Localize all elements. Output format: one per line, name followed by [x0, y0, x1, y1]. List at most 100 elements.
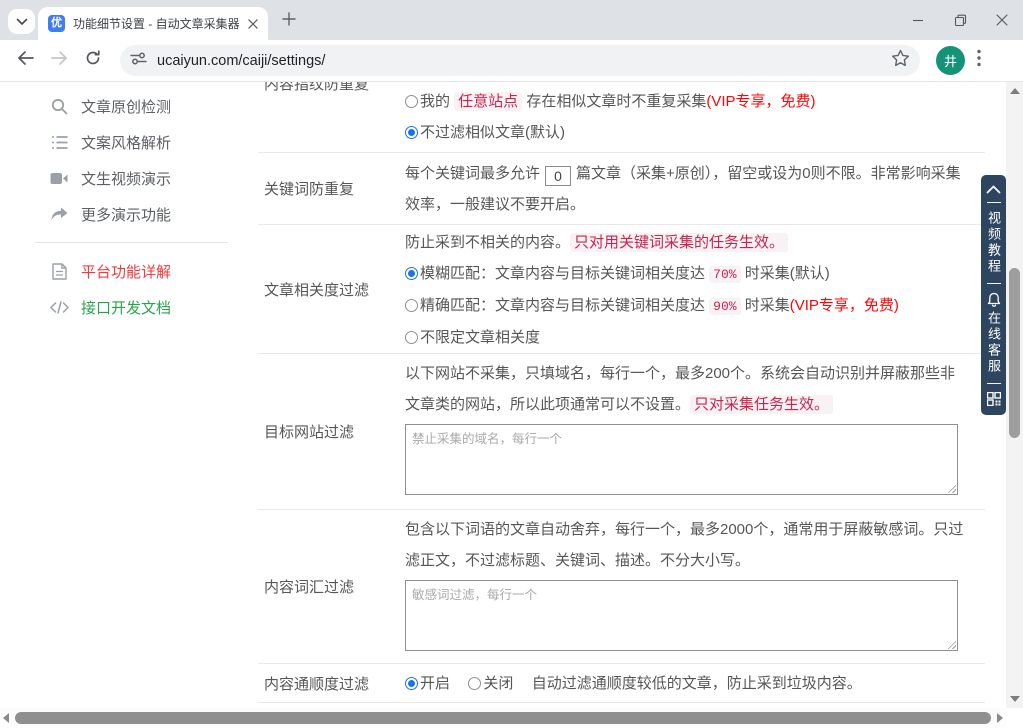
- url-text[interactable]: ucaiyun.com/caiji/settings/: [157, 53, 891, 69]
- address-bar[interactable]: ucaiyun.com/caiji/settings/: [120, 45, 920, 76]
- radio-option-exact-match[interactable]: 精确匹配：文章内容与目标关键词相关度达 90% 时采集(VIP专享，免费): [405, 290, 965, 322]
- tab-search-button[interactable]: [8, 9, 35, 34]
- bell-icon[interactable]: [987, 292, 1001, 307]
- sidebar-item-label: 更多演示功能: [81, 204, 171, 225]
- setting-text: 防止采到不相关的内容。: [405, 234, 570, 251]
- reload-button[interactable]: [78, 46, 108, 76]
- scope-note: 只对用关键词采集的任务生效。: [570, 233, 788, 252]
- radio-option-fluency-off[interactable]: 关闭: [468, 675, 513, 692]
- new-tab-button[interactable]: [282, 12, 296, 31]
- fuzzy-threshold: 70%: [709, 266, 740, 283]
- video-camera-icon: [49, 172, 69, 185]
- setting-row-fluency-filter: 内容通顺度过滤 开启 关闭 自动过滤通顺度较低的文章，防止采到垃圾内容。: [258, 664, 985, 703]
- radio-unchecked-icon[interactable]: [405, 331, 418, 344]
- setting-text: 以下网站不采集，只填域名，每行一个，最多200个。系统会自动识别并屏蔽那些非文章…: [405, 365, 955, 413]
- panel-divider: [987, 283, 1001, 284]
- scroll-down-arrow-icon[interactable]: [1010, 696, 1020, 702]
- radio-option-fluency-on[interactable]: 开启: [405, 675, 450, 692]
- settings-form: 内容指纹防重复 我的 任意站点 存在相似文章时不重复采集(VIP专享，免费) 不…: [258, 82, 985, 728]
- vertical-scrollbar-thumb[interactable]: [1009, 268, 1020, 438]
- radio-unchecked-icon[interactable]: [405, 95, 418, 108]
- option-text: 不过滤相似文章(默认): [420, 124, 565, 141]
- radio-unchecked-icon[interactable]: [468, 677, 481, 690]
- option-text: 模糊匹配：文章内容与目标关键词相关度达: [420, 265, 709, 282]
- search-icon: [49, 98, 69, 115]
- back-button[interactable]: [10, 46, 40, 76]
- forward-button[interactable]: [44, 46, 74, 76]
- setting-label: 目标网站过滤: [264, 421, 354, 442]
- horizontal-scrollbar[interactable]: [0, 708, 1006, 728]
- setting-label: 内容通顺度过滤: [264, 673, 369, 694]
- code-icon: [49, 301, 69, 314]
- sidebar-item-label: 平台功能详解: [81, 261, 171, 282]
- minimize-button[interactable]: [897, 5, 939, 35]
- tab-close-icon[interactable]: [248, 19, 258, 29]
- back-arrow-icon: [17, 51, 34, 70]
- bookmark-star-icon[interactable]: [891, 49, 910, 72]
- page-content: 文章原创检测 文案风格解析 文生视频演示 更多演示功能: [0, 82, 1023, 728]
- qr-code-icon[interactable]: [987, 392, 1001, 406]
- scroll-right-arrow-icon[interactable]: [997, 713, 1003, 723]
- floating-help-panel: 视频教程 在线客服: [981, 175, 1006, 415]
- setting-label: 内容指纹防重复: [264, 82, 369, 94]
- exact-threshold: 90%: [709, 298, 740, 315]
- scope-note: 只对采集任务生效。: [690, 395, 833, 414]
- site-settings-icon[interactable]: [130, 51, 147, 71]
- sensitive-words-textarea[interactable]: [405, 580, 958, 651]
- ordered-list-icon: [49, 135, 69, 150]
- sidebar-item-platform-guide[interactable]: 平台功能详解: [0, 253, 258, 289]
- video-tutorial-link[interactable]: 视频教程: [981, 211, 1006, 275]
- blocked-domains-textarea[interactable]: [405, 424, 958, 495]
- sidebar-item-label: 文案风格解析: [81, 132, 171, 153]
- online-service-link[interactable]: 在线客服: [981, 311, 1006, 375]
- vip-note: (VIP专享，免费): [706, 93, 815, 110]
- sidebar-item-text-to-video[interactable]: 文生视频演示: [0, 160, 258, 196]
- radio-option-my-sites[interactable]: 我的 任意站点 存在相似文章时不重复采集(VIP专享，免费): [405, 86, 965, 117]
- profile-avatar[interactable]: 井: [936, 46, 965, 75]
- setting-row-fingerprint-dedup: 内容指纹防重复 我的 任意站点 存在相似文章时不重复采集(VIP专享，免费) 不…: [258, 82, 985, 153]
- any-site-selector[interactable]: 任意站点: [454, 92, 522, 111]
- panel-divider: [987, 202, 1001, 203]
- share-arrow-icon: [49, 207, 69, 221]
- option-text: 我的: [420, 93, 454, 110]
- option-text: 开启: [420, 675, 450, 692]
- three-dots-icon: [977, 49, 981, 72]
- radio-checked-icon[interactable]: [405, 677, 418, 690]
- setting-label: 内容词汇过滤: [264, 576, 354, 597]
- chevron-down-icon: [16, 13, 28, 31]
- max-articles-input[interactable]: [545, 166, 571, 186]
- sidebar-item-originality-check[interactable]: 文章原创检测: [0, 88, 258, 124]
- close-window-button[interactable]: [981, 5, 1023, 35]
- horizontal-scrollbar-thumb[interactable]: [15, 712, 991, 724]
- sidebar-item-style-analysis[interactable]: 文案风格解析: [0, 124, 258, 160]
- radio-checked-icon[interactable]: [405, 267, 418, 280]
- panel-divider: [987, 383, 1001, 384]
- radio-checked-icon[interactable]: [405, 126, 418, 139]
- setting-description: 包含以下词语的文章自动舍弃，每行一个，最多2000个，通常用于屏蔽敏感词。只过滤…: [405, 514, 965, 576]
- sidebar-item-label: 接口开发文档: [81, 297, 171, 318]
- vip-note: (VIP专享，免费): [790, 297, 899, 314]
- option-text: 时采集(默认): [741, 265, 830, 282]
- sidebar-item-more-demos[interactable]: 更多演示功能: [0, 196, 258, 232]
- browser-tab[interactable]: 优 功能细节设置 - 自动文章采集器: [38, 7, 268, 40]
- sidebar-item-label: 文章原创检测: [81, 96, 171, 117]
- restore-button[interactable]: [939, 5, 981, 35]
- site-favicon: 优: [48, 15, 65, 32]
- browser-toolbar: ucaiyun.com/caiji/settings/ 井: [0, 40, 1023, 82]
- option-text: 时采集: [741, 297, 790, 314]
- sidebar-divider: [35, 242, 228, 243]
- scroll-left-arrow-icon[interactable]: [3, 713, 9, 723]
- radio-unchecked-icon[interactable]: [405, 299, 418, 312]
- scroll-up-arrow-icon[interactable]: [1010, 88, 1020, 94]
- browser-window: 优 功能细节设置 - 自动文章采集器: [0, 0, 1023, 728]
- radio-option-no-filter[interactable]: 不过滤相似文章(默认): [405, 117, 965, 148]
- vertical-scrollbar[interactable]: [1006, 82, 1023, 708]
- forward-arrow-icon: [51, 51, 68, 70]
- radio-option-fuzzy-match[interactable]: 模糊匹配：文章内容与目标关键词相关度达 70% 时采集(默认): [405, 258, 965, 290]
- reload-icon: [85, 50, 101, 71]
- back-to-top-button[interactable]: [986, 185, 1001, 194]
- window-controls: [897, 0, 1023, 40]
- radio-option-no-limit[interactable]: 不限定文章相关度: [405, 322, 965, 353]
- browser-menu-button[interactable]: [977, 49, 981, 72]
- sidebar-item-api-docs[interactable]: 接口开发文档: [0, 289, 258, 325]
